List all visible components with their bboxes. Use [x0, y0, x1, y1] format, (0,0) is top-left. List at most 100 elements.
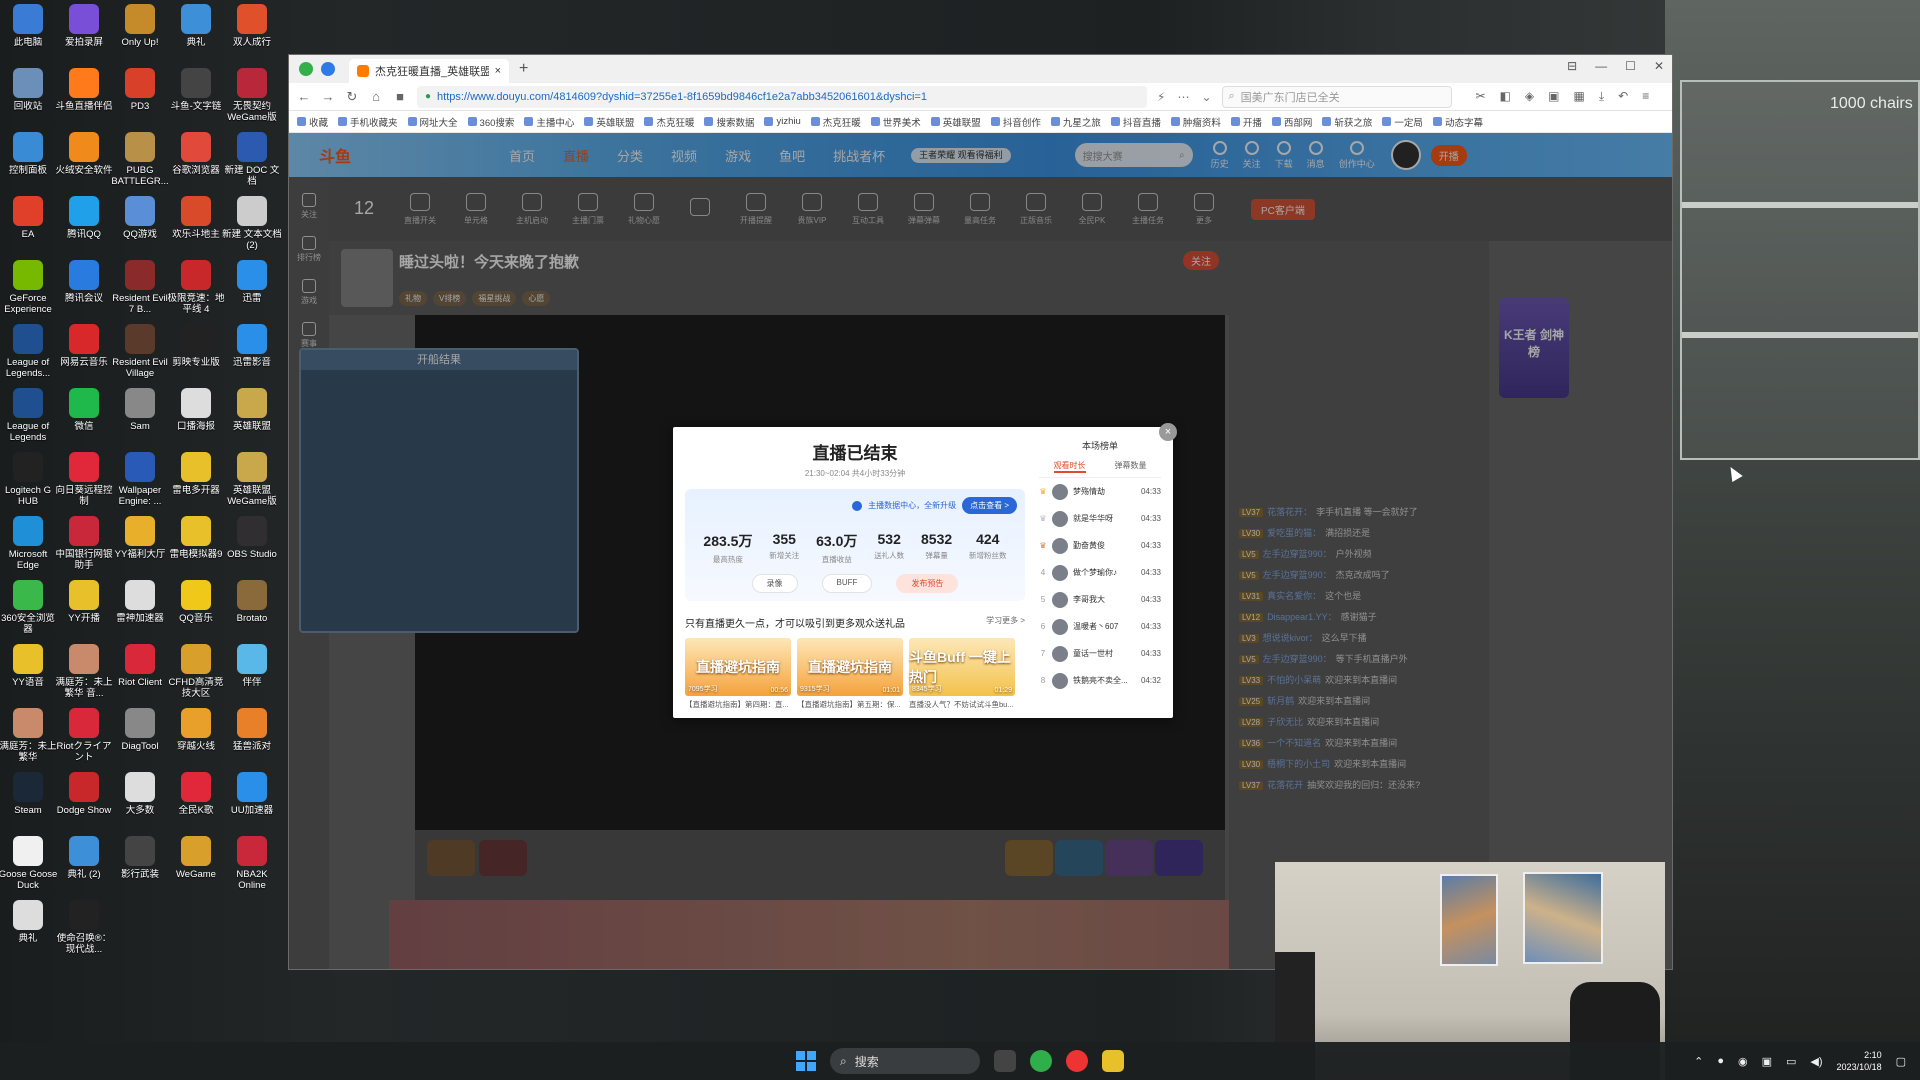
- download-icon[interactable]: ⤓: [1599, 89, 1604, 104]
- url-input[interactable]: ● https://www.douyu.com/4814609?dyshid=3…: [417, 85, 1147, 108]
- network-icon[interactable]: ▭: [1786, 1055, 1796, 1068]
- maximize-button[interactable]: ☐: [1625, 59, 1636, 73]
- pin-icon[interactable]: ⊟: [1567, 59, 1577, 73]
- bookmark-item[interactable]: 斩获之旅: [1322, 115, 1372, 129]
- rank-row[interactable]: 5 李哥我大 04:33: [1039, 586, 1161, 613]
- desktop-icon[interactable]: 谷歌浏览器: [166, 132, 226, 176]
- desktop-icon[interactable]: YY福利大厅: [110, 516, 170, 560]
- desktop-icon[interactable]: Logitech G HUB: [0, 452, 58, 507]
- desktop-icon[interactable]: Wallpaper Engine: ...: [110, 452, 170, 507]
- bookmark-item[interactable]: 英雄联盟: [584, 115, 634, 129]
- desktop-icon[interactable]: Riotクライアント: [54, 708, 114, 763]
- bookmark-item[interactable]: 抖音直播: [1110, 115, 1161, 129]
- tutorial-card[interactable]: 直播避坑指南 9315学习 01:01 【直播避坑指南】第五期：保...: [797, 638, 903, 710]
- home-icon[interactable]: ⌂: [369, 89, 383, 104]
- bookmark-item[interactable]: 杰克狂暖: [810, 115, 861, 129]
- desktop-icon[interactable]: 雷电模拟器9: [166, 516, 226, 560]
- close-window-button[interactable]: ✕: [1654, 59, 1664, 73]
- extension-icon[interactable]: ◧: [1500, 89, 1511, 104]
- app-taskbar-icon[interactable]: [1102, 1050, 1124, 1072]
- desktop-icon[interactable]: YY开播: [54, 580, 114, 624]
- desktop-icon[interactable]: 大多数: [110, 772, 170, 816]
- desktop-icon[interactable]: Sam: [110, 388, 170, 432]
- menu-icon[interactable]: ≡: [1642, 89, 1649, 104]
- desktop-icon[interactable]: 360安全浏览器: [0, 580, 58, 635]
- desktop-icon[interactable]: Goose Goose Duck: [0, 836, 58, 891]
- search-input[interactable]: ⌕ 国美广东门店已全关: [1221, 85, 1452, 108]
- bookmark-item[interactable]: 网址大全: [407, 115, 458, 129]
- desktop-icon[interactable]: 满庭芳：未上繁华 音...: [54, 644, 114, 699]
- desktop-icon[interactable]: 猛兽派对: [222, 708, 282, 752]
- refresh-icon[interactable]: ↻: [345, 89, 359, 105]
- desktop-icon[interactable]: 全民K歌: [166, 772, 226, 816]
- desktop-icon[interactable]: 此电脑: [0, 4, 58, 48]
- bookmark-item[interactable]: 抖音创作: [990, 115, 1041, 129]
- bookmark-item[interactable]: 西部网: [1271, 115, 1312, 129]
- desktop-icon[interactable]: OBS Studio: [222, 516, 282, 560]
- desktop-icon[interactable]: 网易云音乐: [54, 324, 114, 368]
- rank-tab[interactable]: 观看时长: [1053, 460, 1086, 473]
- game-icon[interactable]: ◈: [1525, 89, 1534, 104]
- desktop-icon[interactable]: DiagTool: [110, 708, 170, 752]
- desktop-icon[interactable]: 使命召唤®：现代战...: [54, 900, 114, 955]
- desktop-icon[interactable]: 向日葵远程控制: [54, 452, 114, 507]
- desktop-icon[interactable]: 新建 DOC 文档: [222, 132, 282, 187]
- rank-row[interactable]: 6 温暖者丶607 04:33: [1039, 613, 1161, 640]
- desktop-icon[interactable]: 迅雷影音: [222, 324, 282, 368]
- browser-logo-icon[interactable]: [299, 62, 313, 76]
- desktop-icon[interactable]: 新建 文本文档 (2): [222, 196, 282, 251]
- desktop-icon[interactable]: CFHD高清竞技大区: [166, 644, 226, 699]
- rank-tab[interactable]: 弹幕数量: [1115, 460, 1147, 473]
- desktop-icon[interactable]: UU加速器: [222, 772, 282, 816]
- task-view-icon[interactable]: [994, 1050, 1016, 1072]
- desktop-icon[interactable]: 穿越火线: [166, 708, 226, 752]
- close-icon[interactable]: ×: [495, 65, 501, 77]
- desktop-icon[interactable]: League of Legends...: [0, 324, 58, 379]
- rank-row[interactable]: ♛ 就是华华呀 04:33: [1039, 505, 1161, 532]
- shield-icon[interactable]: [321, 62, 335, 76]
- notification-icon[interactable]: ▢: [1896, 1055, 1906, 1068]
- desktop-icon[interactable]: 斗鱼-文字链: [166, 68, 226, 112]
- desktop-icon[interactable]: 伴伴: [222, 644, 282, 688]
- desktop-icon[interactable]: 满庭芳：未上繁华: [0, 708, 58, 763]
- tutorial-card[interactable]: 直播避坑指南 7095学习 00:56 【直播避坑指南】第四期：直...: [685, 638, 791, 710]
- desktop-icon[interactable]: 口播海报: [166, 388, 226, 432]
- desktop-icon[interactable]: Only Up!: [110, 4, 170, 48]
- desktop-icon[interactable]: 爱拍录屏: [54, 4, 114, 48]
- desktop-icon[interactable]: EA: [0, 196, 58, 240]
- rank-row[interactable]: ♛ 勤奋黄俊 04:33: [1039, 532, 1161, 559]
- desktop-icon[interactable]: PUBG BATTLEGR...: [110, 132, 170, 187]
- bookmark-item[interactable]: 世界美术: [870, 115, 921, 129]
- back-icon[interactable]: ←: [297, 89, 311, 104]
- desktop-icon[interactable]: Steam: [0, 772, 58, 816]
- bookmark-item[interactable]: 开播: [1230, 115, 1262, 129]
- rank-row[interactable]: 8 铁鹅亮不卖全... 04:32: [1039, 667, 1161, 694]
- obs-taskbar-icon[interactable]: [1066, 1050, 1088, 1072]
- buff-button[interactable]: BUFF: [821, 574, 873, 593]
- desktop-icon[interactable]: Brotato: [222, 580, 282, 624]
- rank-row[interactable]: ♛ 梦殇情劫 04:33: [1039, 478, 1161, 505]
- desktop-icon[interactable]: 迅雷: [222, 260, 282, 304]
- desktop-icon[interactable]: 雷电多开器: [166, 452, 226, 496]
- window-icon[interactable]: ▣: [1548, 89, 1559, 104]
- rank-row[interactable]: 4 做个梦瑜你♪ 04:33: [1039, 559, 1161, 586]
- desktop-icon[interactable]: 中国银行网银助手: [54, 516, 114, 571]
- desktop-icon[interactable]: 雷神加速器: [110, 580, 170, 624]
- volume-icon[interactable]: ◀): [1810, 1055, 1822, 1068]
- desktop-icon[interactable]: 影行武装: [110, 836, 170, 880]
- chevron-down-icon[interactable]: ⌄: [1201, 90, 1211, 104]
- desktop-icon[interactable]: 火绒安全软件: [54, 132, 114, 176]
- learn-more-link[interactable]: 学习更多 >: [986, 615, 1025, 630]
- desktop-icon[interactable]: YY语音: [0, 644, 58, 688]
- bookmark-item[interactable]: 搜索数据: [704, 115, 754, 129]
- desktop-icon[interactable]: 微信: [54, 388, 114, 432]
- desktop-icon[interactable]: 典礼: [166, 4, 226, 48]
- lightning-icon[interactable]: ⚡: [1157, 90, 1165, 104]
- mic-icon[interactable]: ●: [1717, 1055, 1724, 1067]
- minimize-button[interactable]: —: [1595, 59, 1607, 73]
- bookmark-item[interactable]: 九星之旅: [1050, 115, 1101, 129]
- desktop-icon[interactable]: QQ游戏: [110, 196, 170, 240]
- desktop-icon[interactable]: GeForce Experience: [0, 260, 58, 315]
- bookmark-item[interactable]: 手机收藏夹: [338, 115, 398, 129]
- rank-row[interactable]: 7 童话一世村 04:33: [1039, 640, 1161, 667]
